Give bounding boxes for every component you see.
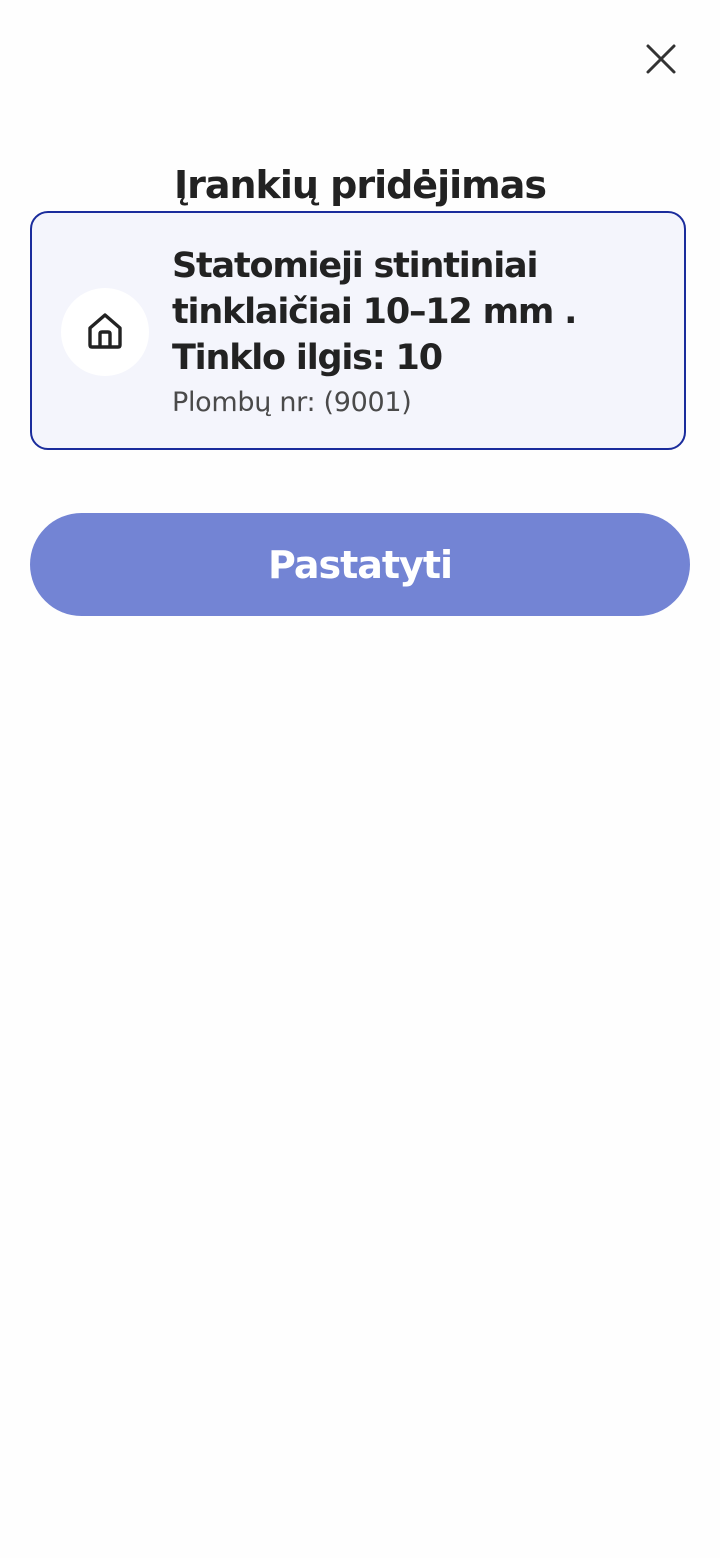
home-icon — [84, 309, 126, 355]
tool-icon-container — [61, 288, 149, 376]
page-title: Įrankių pridėjimas — [173, 163, 547, 207]
tool-card[interactable]: Statomieji stintiniai tinklaičiai 10–12 … — [30, 211, 686, 450]
tool-title: Statomieji stintiniai tinklaičiai 10–12 … — [172, 246, 577, 378]
seal-number: Plombų nr: (9001) — [172, 387, 412, 418]
pastatyti-button[interactable]: Pastatyti — [30, 513, 690, 616]
close-icon — [644, 42, 678, 80]
tool-card-text: Statomieji stintiniai tinklaičiai 10–12 … — [172, 243, 672, 421]
close-button[interactable] — [636, 36, 686, 86]
